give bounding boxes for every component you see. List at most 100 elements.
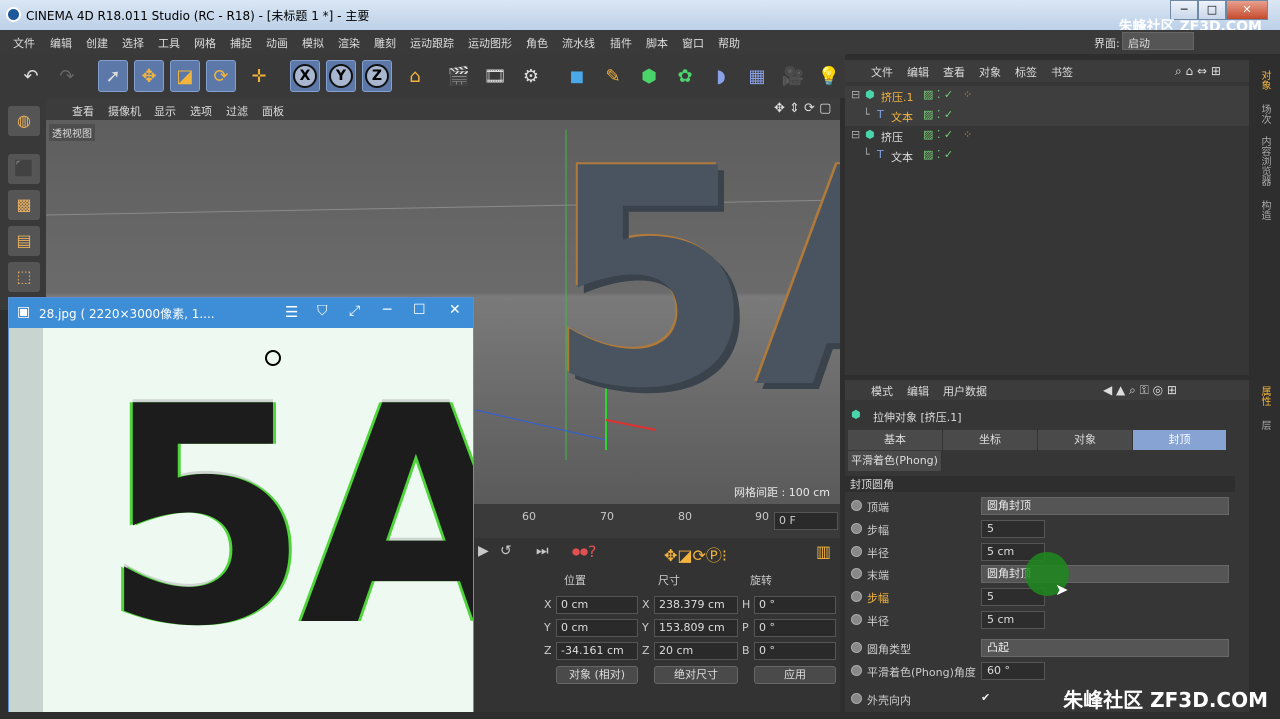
size-x-field[interactable]: 238.379 cm (654, 596, 738, 614)
animate-dot-icon[interactable] (851, 568, 862, 579)
size-mode-select[interactable]: 绝对尺寸 (654, 666, 738, 684)
menu-item[interactable]: 雕刻 (374, 35, 396, 51)
animate-dot-icon[interactable] (851, 523, 862, 534)
object-name[interactable]: 文本 (891, 109, 913, 125)
key-track-icons[interactable]: ✥◪⟳Ⓟ⁝ (664, 542, 727, 566)
make-editable-icon[interactable]: ◍ (8, 106, 40, 136)
viewport-menu-item[interactable]: 显示 (154, 103, 176, 119)
position-z-field[interactable]: -34.161 cm (556, 642, 638, 660)
timeline[interactable]: 60 70 80 90 0 F (474, 504, 840, 538)
undo-icon[interactable]: ↶ (16, 60, 46, 92)
menu-item[interactable]: 编辑 (50, 35, 72, 51)
tab-coord[interactable]: 坐标 (943, 430, 1038, 450)
animate-dot-icon[interactable] (851, 546, 862, 557)
z-axis-lock-icon[interactable]: Z (362, 60, 392, 92)
pen-spline-icon[interactable]: ✎ (598, 60, 628, 92)
menu-item[interactable]: 网格 (194, 35, 216, 51)
workplane-icon[interactable]: ▤ (8, 226, 40, 256)
side-tab[interactable]: 层 (1257, 420, 1272, 430)
side-tab[interactable]: 场次 (1257, 104, 1272, 124)
side-tab[interactable]: 内容浏览器 (1257, 136, 1272, 186)
rotate-tool-icon[interactable]: ⟳ (206, 60, 236, 92)
camera-icon[interactable]: 🎥 (778, 60, 808, 92)
fullscreen-icon[interactable]: ⤢ (349, 303, 360, 319)
menu-item[interactable]: 渲染 (338, 35, 360, 51)
viewport-menu-item[interactable]: 面板 (262, 103, 284, 119)
cloner-icon[interactable]: ✿ (670, 60, 700, 92)
side-tab[interactable]: 对象 (1257, 70, 1272, 90)
tree-toggle-icon[interactable]: ⊟ (851, 88, 860, 101)
menu-item[interactable]: 运动图形 (468, 35, 512, 51)
coordinate-system-icon[interactable]: ⌂ (400, 60, 430, 92)
viewport-menu-item[interactable]: 过滤 (226, 103, 248, 119)
y-axis-lock-icon[interactable]: Y (326, 60, 356, 92)
attribute-nav-icons[interactable]: ◀ ▲ ⌕ ⚿ ◎ ⊞ (1103, 383, 1177, 398)
object-row[interactable]: └ T 文本 ▨ ⁚ ✓ (845, 106, 1249, 126)
tree-toggle-icon[interactable]: ⊟ (851, 128, 860, 141)
menu-item[interactable]: 帮助 (718, 35, 740, 51)
start-steps-field[interactable]: 5 (981, 520, 1045, 538)
render-view-icon[interactable]: 🎬 (444, 60, 474, 92)
object-manager-tools-icons[interactable]: ⌕ ⌂ ⇔ ⊞ (1175, 64, 1221, 79)
animate-dot-icon[interactable] (851, 591, 862, 602)
render-settings-icon[interactable]: ⚙ (516, 60, 546, 92)
loop-icon[interactable]: ↺ (500, 543, 512, 559)
scale-tool-icon[interactable]: ◪ (170, 60, 200, 92)
pin-icon[interactable]: ⛉ (317, 303, 328, 319)
object-name[interactable]: 挤压 (881, 129, 903, 145)
position-y-field[interactable]: 0 cm (556, 619, 638, 637)
visibility-check-icon[interactable]: ▨ ⁚ ✓ (923, 128, 953, 141)
menu-item[interactable]: 选择 (122, 35, 144, 51)
coordinate-mode-select[interactable]: 对象 (相对) (556, 666, 638, 684)
hull-inwards-checkbox[interactable]: ✔ (981, 691, 990, 704)
rotation-h-field[interactable]: 0 ° (754, 596, 836, 614)
menu-item[interactable]: 运动跟踪 (410, 35, 454, 51)
side-tab[interactable]: 构造 (1257, 200, 1272, 220)
animate-dot-icon[interactable] (851, 665, 862, 676)
visibility-check-icon[interactable]: ▨ ⁚ ✓ (923, 108, 953, 121)
menu-item[interactable]: 动画 (266, 35, 288, 51)
visibility-check-icon[interactable]: ▨ ⁚ ✓ (923, 88, 953, 101)
go-to-end-icon[interactable]: ⏭ (536, 543, 549, 559)
viewport-nav-icons[interactable]: ✥ ⇕ ⟳ ▢ (774, 101, 831, 116)
viewer-close-icon[interactable]: ✕ (449, 302, 461, 318)
tab-phong[interactable]: 平滑着色(Phong) (848, 451, 942, 471)
render-picture-viewer-icon[interactable]: 🎞 (480, 60, 510, 92)
object-row[interactable]: ⊟ ⬢ 挤压 ▨ ⁚ ✓ ⁘ (845, 126, 1249, 146)
attribute-menu-item[interactable]: 用户数据 (943, 383, 987, 399)
menu-item[interactable]: 流水线 (562, 35, 595, 51)
move-tool-icon[interactable]: ✥ (134, 60, 164, 92)
object-menu-item[interactable]: 标签 (1015, 64, 1037, 80)
visibility-check-icon[interactable]: ▨ ⁚ ✓ (923, 148, 953, 161)
animate-dot-icon[interactable] (851, 693, 862, 704)
attribute-menu-item[interactable]: 编辑 (907, 383, 929, 399)
subdivision-surface-icon[interactable]: ⬢ (634, 60, 664, 92)
add-tool-icon[interactable]: ✛ (244, 60, 274, 92)
menu-item[interactable]: 脚本 (646, 35, 668, 51)
viewer-maximize-icon[interactable]: ☐ (413, 302, 426, 318)
phong-angle-field[interactable]: 60 ° (981, 662, 1045, 680)
tab-basic[interactable]: 基本 (848, 430, 943, 450)
model-mode-icon[interactable]: ⬛ (8, 154, 40, 184)
layout-select[interactable]: 启动 (1122, 32, 1194, 50)
viewport-menu-item[interactable]: 摄像机 (108, 103, 141, 119)
menu-item[interactable]: 文件 (13, 35, 35, 51)
object-menu-item[interactable]: 对象 (979, 64, 1001, 80)
position-x-field[interactable]: 0 cm (556, 596, 638, 614)
current-frame-field[interactable]: 0 F (774, 512, 838, 530)
object-row[interactable]: ⊟ ⬢ 挤压.1 ▨ ⁚ ✓ ⁘ (845, 86, 1249, 106)
object-menu-item[interactable]: 书签 (1051, 64, 1073, 80)
extruded-text-model[interactable]: 5A (546, 130, 840, 430)
record-keys-icon[interactable]: ⏺⏺? (572, 542, 597, 562)
cube-primitive-icon[interactable]: ◼ (562, 60, 592, 92)
rotation-p-field[interactable]: 0 ° (754, 619, 836, 637)
start-cap-select[interactable]: 圆角封顶 (981, 497, 1229, 515)
animate-dot-icon[interactable] (851, 500, 862, 511)
menu-item[interactable]: 工具 (158, 35, 180, 51)
viewer-minimize-icon[interactable]: ─ (383, 302, 391, 318)
object-menu-item[interactable]: 文件 (871, 64, 893, 80)
play-icon[interactable]: ▶ (478, 543, 489, 559)
floor-icon[interactable]: ▦ (742, 60, 772, 92)
points-mode-icon[interactable]: ⬚ (8, 262, 40, 292)
texture-mode-icon[interactable]: ▩ (8, 190, 40, 220)
